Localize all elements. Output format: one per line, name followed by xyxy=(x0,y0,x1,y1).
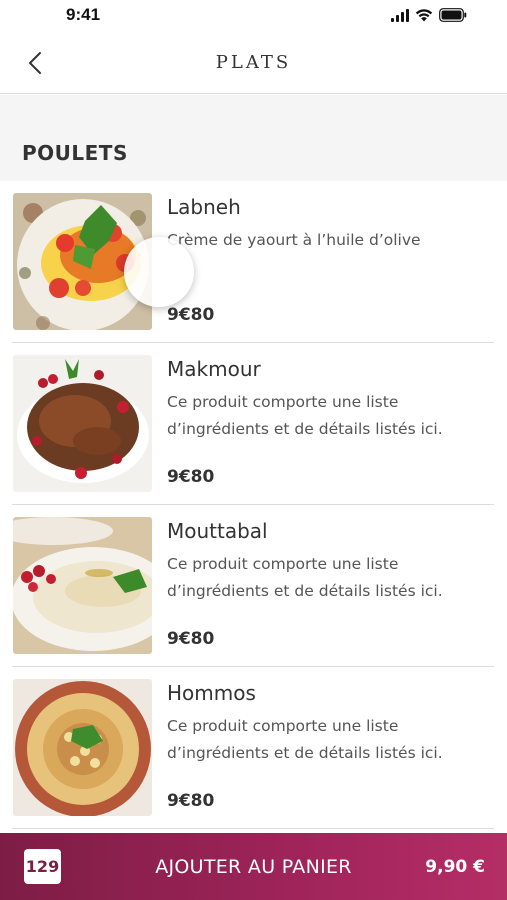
product-name: Labneh xyxy=(167,195,241,219)
battery-icon xyxy=(439,8,467,22)
product-name: Hommos xyxy=(167,681,256,705)
page-title: PLATS xyxy=(215,52,292,73)
status-icons xyxy=(391,8,467,22)
product-item-labneh[interactable]: Labneh Crème de yaourt à l’huile d’olive… xyxy=(0,181,507,343)
product-image-mouttabal xyxy=(13,517,152,654)
product-price: 9€80 xyxy=(167,629,215,649)
product-price: 9€80 xyxy=(167,791,215,811)
nav-bar: PLATS xyxy=(0,32,507,94)
product-name: Makmour xyxy=(167,357,261,381)
product-image-labneh xyxy=(13,193,152,330)
product-list: Labneh Crème de yaourt à l’huile d’olive… xyxy=(0,181,507,829)
section-title: POULETS xyxy=(22,141,128,165)
product-description: Crème de yaourt à l’huile d’olive xyxy=(167,231,421,249)
product-image-makmour xyxy=(13,355,152,492)
cart-total: 9,90 € xyxy=(425,857,485,877)
product-description: Ce produit comporte une liste d’ingrédie… xyxy=(167,393,443,438)
signal-icon xyxy=(391,9,409,22)
product-name: Mouttabal xyxy=(167,519,268,543)
status-time: 9:41 xyxy=(66,5,101,24)
product-item-hommos[interactable]: Hommos Ce produit comporte une liste d’i… xyxy=(0,667,507,829)
product-item-mouttabal[interactable]: Mouttabal Ce produit comporte une liste … xyxy=(0,505,507,667)
product-price: 9€80 xyxy=(167,305,215,325)
product-description: Ce produit comporte une liste d’ingrédie… xyxy=(167,555,443,600)
wifi-icon xyxy=(415,9,433,22)
product-image-hommos xyxy=(13,679,152,816)
divider xyxy=(12,828,494,829)
status-bar: 9:41 xyxy=(0,0,507,32)
product-price: 9€80 xyxy=(167,467,215,487)
section-header: POULETS xyxy=(0,95,507,181)
product-item-makmour[interactable]: Makmour Ce produit comporte une liste d’… xyxy=(0,343,507,505)
product-description: Ce produit comporte une liste d’ingrédie… xyxy=(167,717,443,762)
add-to-cart-button[interactable]: 129 AJOUTER AU PANIER 9,90 € xyxy=(0,833,507,900)
